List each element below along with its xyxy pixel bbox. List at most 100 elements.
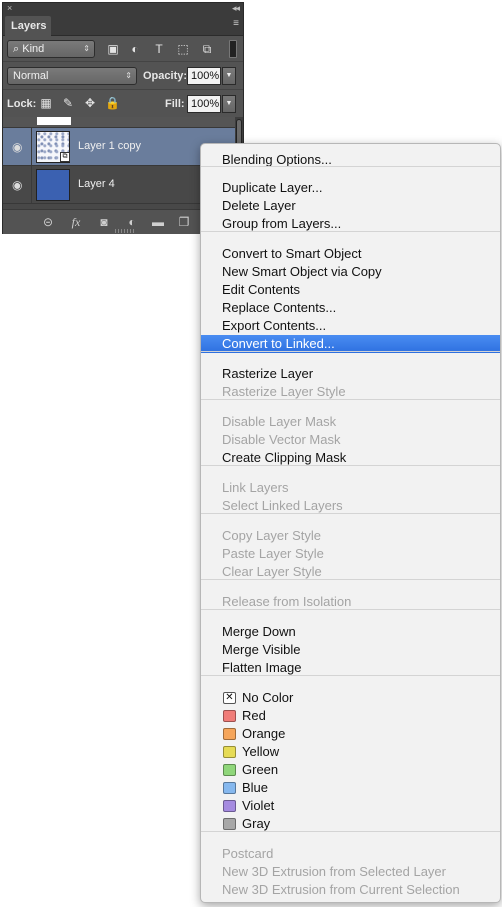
adjustment-layer-icon[interactable]: ◐ bbox=[123, 214, 141, 230]
filter-kind-label: Kind bbox=[22, 43, 45, 55]
panel-menu-icon[interactable]: ≡ bbox=[233, 19, 239, 29]
menu-item-label: Violet bbox=[242, 798, 275, 813]
menu-item-label: New 3D Extrusion from Selected Layer bbox=[222, 864, 446, 879]
lock-row: Lock: ▦ ✎ ✥ 🔒 Fill: 100% ▼ bbox=[3, 91, 243, 118]
add-mask-icon[interactable]: ◙ bbox=[95, 214, 113, 230]
fill-field[interactable]: 100% bbox=[187, 95, 221, 113]
lock-position-icon[interactable]: ✥ bbox=[83, 96, 97, 110]
menu-item-duplicate-layer[interactable]: Duplicate Layer... bbox=[201, 179, 500, 197]
visibility-eye-icon[interactable]: ◉ bbox=[12, 178, 22, 192]
menu-item-delete-layer[interactable]: Delete Layer bbox=[201, 197, 500, 215]
blend-mode-dropdown[interactable]: Normal ⇕ bbox=[7, 67, 137, 85]
link-layers-icon[interactable]: ⊝ bbox=[39, 214, 57, 230]
menu-item-label: Rasterize Layer Style bbox=[222, 384, 346, 399]
menu-item-merge-down[interactable]: Merge Down bbox=[201, 623, 500, 641]
menu-item-export-contents[interactable]: Export Contents... bbox=[201, 317, 500, 335]
close-icon[interactable]: × bbox=[7, 3, 12, 13]
menu-item-label: Convert to Smart Object bbox=[222, 246, 362, 261]
menu-item-orange[interactable]: Orange bbox=[201, 725, 500, 743]
opacity-field[interactable]: 100% bbox=[187, 67, 221, 85]
menu-separator bbox=[201, 351, 500, 352]
menu-item-label: No Color bbox=[242, 690, 294, 705]
menu-item-label: Merge Down bbox=[222, 624, 296, 639]
menu-item-label: Gray bbox=[242, 816, 271, 831]
smart-object-badge-icon: ⧉ bbox=[60, 152, 70, 162]
menu-item-label: Flatten Image bbox=[222, 660, 302, 675]
menu-item-yellow[interactable]: Yellow bbox=[201, 743, 500, 761]
menu-item-copy-layer-style: Copy Layer Style bbox=[201, 527, 500, 545]
layer-thumbnail bbox=[36, 169, 70, 201]
menu-item-violet[interactable]: Violet bbox=[201, 797, 500, 815]
lock-label: Lock: bbox=[7, 98, 37, 110]
tab-layers[interactable]: Layers bbox=[5, 16, 51, 36]
menu-item-disable-layer-mask: Disable Layer Mask bbox=[201, 413, 500, 431]
shape-filter-icon[interactable]: ⬚ bbox=[175, 41, 191, 57]
menu-item-label: Export Contents... bbox=[222, 318, 327, 333]
menu-item-label: Delete Layer bbox=[222, 198, 296, 213]
divider bbox=[31, 166, 32, 203]
fx-icon[interactable]: fx bbox=[67, 214, 85, 230]
menu-item-label: New 3D Extrusion from Current Selection bbox=[222, 882, 460, 897]
menu-item-new-smart-object-via-copy[interactable]: New Smart Object via Copy bbox=[201, 263, 500, 281]
menu-item-label: Postcard bbox=[222, 846, 274, 861]
menu-item-postcard: Postcard bbox=[201, 845, 500, 863]
menu-item-red[interactable]: Red bbox=[201, 707, 500, 725]
adjustment-filter-icon[interactable]: ◐ bbox=[127, 41, 143, 57]
menu-item-label: Group from Layers... bbox=[222, 216, 342, 231]
color-swatch-icon bbox=[223, 746, 236, 758]
menu-item-label: Blue bbox=[242, 780, 269, 795]
type-filter-icon[interactable]: T bbox=[151, 41, 167, 57]
color-swatch-icon bbox=[223, 818, 236, 830]
menu-item-label: Merge Visible bbox=[222, 642, 301, 657]
layer-name[interactable]: Layer 4 bbox=[78, 177, 115, 191]
menu-separator bbox=[201, 579, 500, 580]
smart-object-filter-icon[interactable]: ⧉ bbox=[199, 41, 215, 57]
menu-separator bbox=[201, 831, 500, 832]
menu-item-edit-contents[interactable]: Edit Contents bbox=[201, 281, 500, 299]
menu-item-replace-contents[interactable]: Replace Contents... bbox=[201, 299, 500, 317]
menu-item-label: Create Clipping Mask bbox=[222, 450, 347, 465]
menu-item-label: New Smart Object via Copy bbox=[222, 264, 382, 279]
color-swatch-icon bbox=[223, 782, 236, 794]
layer-row-partial[interactable] bbox=[3, 117, 235, 128]
panel-title-bar: × ◂◂ bbox=[3, 3, 243, 14]
tab-bar: Layers ≡ bbox=[3, 14, 243, 36]
filter-toggle-switch[interactable] bbox=[229, 40, 237, 58]
menu-item-green[interactable]: Green bbox=[201, 761, 500, 779]
lock-image-pixels-icon[interactable]: ✎ bbox=[61, 96, 75, 110]
menu-item-rasterize-layer[interactable]: Rasterize Layer bbox=[201, 365, 500, 383]
layer-context-menu: Blending Options... Duplicate Layer... Del… bbox=[200, 143, 501, 903]
divider bbox=[31, 128, 32, 165]
lock-transparent-pixels-icon[interactable]: ▦ bbox=[39, 96, 53, 110]
fill-slider-arrow[interactable]: ▼ bbox=[222, 95, 236, 113]
opacity-slider-arrow[interactable]: ▼ bbox=[222, 67, 236, 85]
filter-row: ⌕ Kind ⇕ ▣ ◐ T ⬚ ⧉ bbox=[3, 37, 243, 62]
menu-item-paste-layer-style: Paste Layer Style bbox=[201, 545, 500, 563]
blend-mode-value: Normal bbox=[13, 70, 49, 82]
collapse-icon[interactable]: ◂◂ bbox=[232, 3, 240, 13]
pixel-filter-icon[interactable]: ▣ bbox=[105, 41, 121, 57]
blend-row: Normal ⇕ Opacity: 100% ▼ bbox=[3, 63, 243, 90]
chevron-updown-icon: ⇕ bbox=[125, 71, 132, 80]
menu-item-label: Select Linked Layers bbox=[222, 498, 343, 513]
menu-item-label: Paste Layer Style bbox=[222, 546, 324, 561]
menu-item-convert-to-smart-object[interactable]: Convert to Smart Object bbox=[201, 245, 500, 263]
menu-separator bbox=[201, 399, 500, 400]
filter-kind-dropdown[interactable]: ⌕ Kind ⇕ bbox=[7, 40, 95, 58]
menu-item-no-color[interactable]: ✕ No Color bbox=[201, 689, 500, 707]
new-layer-icon[interactable]: ❐ bbox=[175, 214, 193, 230]
menu-item-new-3d-extrusion-from-selected-layer: New 3D Extrusion from Selected Layer bbox=[201, 863, 500, 881]
menu-separator bbox=[201, 609, 500, 610]
visibility-eye-icon[interactable]: ◉ bbox=[12, 140, 22, 154]
color-swatch-icon bbox=[223, 800, 236, 812]
resize-grip[interactable] bbox=[115, 229, 135, 233]
color-swatch-icon bbox=[223, 728, 236, 740]
menu-item-label: Green bbox=[242, 762, 279, 777]
menu-item-blue[interactable]: Blue bbox=[201, 779, 500, 797]
layer-name[interactable]: Layer 1 copy bbox=[78, 139, 141, 153]
new-group-folder-icon[interactable]: ▬ bbox=[149, 214, 167, 230]
menu-item-label: Replace Contents... bbox=[222, 300, 337, 315]
lock-all-icon[interactable]: 🔒 bbox=[105, 96, 120, 110]
menu-item-label: Duplicate Layer... bbox=[222, 180, 323, 195]
menu-item-merge-visible[interactable]: Merge Visible bbox=[201, 641, 500, 659]
